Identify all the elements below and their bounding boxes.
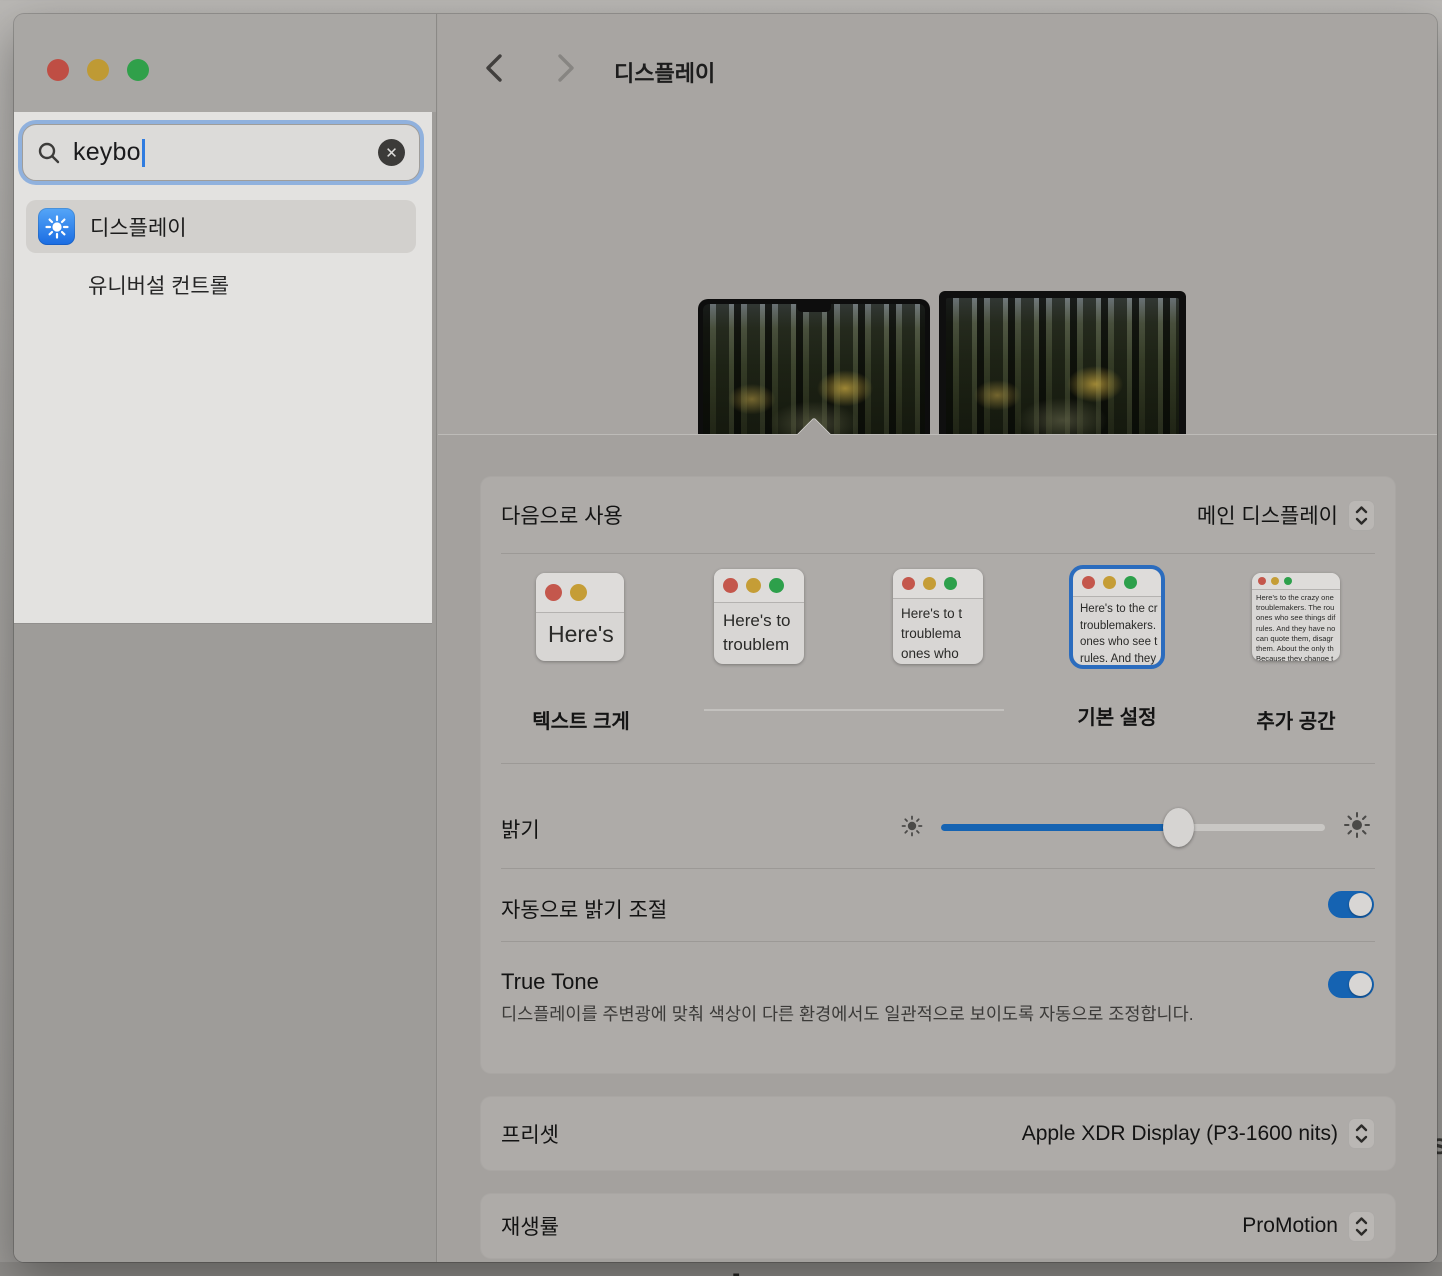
true-tone-label: True Tone [501,969,599,995]
divider [501,553,1375,554]
brightness-label: 밝기 [501,814,540,844]
search-results-panel: keybo ✕ 디스플레이 유니버설 컨트롤 [14,112,432,623]
scaling-option-label: 추가 공간 [1196,705,1396,734]
scaling-option-label: 기본 설정 [1017,701,1217,730]
true-tone-toggle[interactable] [1328,971,1374,998]
scaling-option-3[interactable]: Here's to t troublema ones who [893,569,983,664]
auto-brightness-toggle[interactable] [1328,891,1374,918]
brightness-slider[interactable] [941,824,1325,831]
divider [501,941,1375,942]
system-settings-window: keybo ✕ 디스플레이 유니버설 컨트롤 [14,14,1437,1262]
display-thumbnail-lg[interactable] [939,291,1186,444]
desktop-background-strip: ssn-keygen [0,1262,1442,1276]
refresh-rate-row: 재생률 ProMotion [481,1194,1395,1258]
search-result-label: 디스플레이 [90,212,187,242]
back-icon[interactable] [478,52,510,84]
true-tone-description: 디스플레이를 주변광에 맞춰 색상이 다른 환경에서도 일관적으로 보이도록 자… [501,1000,1261,1028]
refresh-rate-label: 재생률 [501,1211,559,1241]
search-result-universal-control[interactable]: 유니버설 컨트롤 [88,270,229,300]
content-pane: 디스플레이 내장 디스플레이 LG HDR 4K 정렬... [438,14,1437,1262]
sidebar: keybo ✕ 디스플레이 유니버설 컨트롤 [14,14,437,1262]
scaling-preview-text: Here's to t troublema ones who [893,599,983,664]
refresh-rate-card: 재생률 ProMotion [481,1194,1395,1258]
displays-strip: 내장 디스플레이 LG HDR 4K 정렬... [438,108,1437,434]
divider [501,763,1375,764]
scaling-option-2[interactable]: Here's to troublem [714,569,804,664]
page-title: 디스플레이 [614,56,715,88]
display-settings-card: 다음으로 사용 메인 디스플레이 Here's [481,477,1395,1073]
laptop-notch [797,304,831,312]
search-icon [37,141,61,165]
minimize-button[interactable] [87,59,109,81]
use-as-label: 다음으로 사용 [501,500,623,530]
scaling-preview-text: Here's [536,613,624,648]
scaling-option-larger-text[interactable]: Here's 텍스트 크게 [536,573,626,661]
forward-icon[interactable] [550,52,582,84]
desktop-background-text: ssn-keygen [640,1266,881,1276]
auto-brightness-label: 자동으로 밝기 조절 [501,894,667,924]
scaling-preview-text: Here's to troublem [714,603,804,657]
brightness-dim-icon [901,815,923,837]
zoom-button[interactable] [127,59,149,81]
content-header: 디스플레이 [438,14,1437,108]
preset-label: 프리셋 [501,1119,559,1149]
divider [501,868,1375,869]
use-as-stepper[interactable] [1348,500,1375,531]
search-value: keybo [73,138,141,167]
scaling-preview-text: Here's to the cr troublemakers. ones who… [1073,597,1161,665]
close-button[interactable] [47,59,69,81]
scaling-option-default[interactable]: Here's to the cr troublemakers. ones who… [1073,569,1161,665]
monitor-frame [939,291,1186,444]
scaling-option-more-space[interactable]: Here's to the crazy one troublemakers. T… [1252,573,1340,661]
scaling-option-label: 텍스트 크게 [481,705,681,734]
scaling-preview-text: Here's to the crazy one troublemakers. T… [1252,590,1340,661]
refresh-rate-value: ProMotion [1242,1214,1338,1238]
preset-row: 프리셋 Apple XDR Display (P3-1600 nits) [481,1097,1395,1170]
preset-stepper[interactable] [1348,1118,1375,1149]
refresh-rate-stepper[interactable] [1348,1211,1375,1242]
preset-card: 프리셋 Apple XDR Display (P3-1600 nits) [481,1097,1395,1170]
display-settings-icon [38,208,75,245]
search-input[interactable]: keybo ✕ [22,124,420,181]
titlebar[interactable] [14,14,436,112]
brightness-slider-knob[interactable] [1163,808,1194,847]
text-cursor [142,139,145,167]
brightness-bright-icon [1343,811,1371,839]
use-as-row: 다음으로 사용 메인 디스플레이 [481,477,1395,553]
preset-value: Apple XDR Display (P3-1600 nits) [1022,1122,1338,1146]
search-result-display[interactable]: 디스플레이 [26,200,416,253]
clear-search-icon[interactable]: ✕ [378,139,405,166]
scaling-track-line [704,709,1004,711]
use-as-value: 메인 디스플레이 [1197,500,1338,530]
